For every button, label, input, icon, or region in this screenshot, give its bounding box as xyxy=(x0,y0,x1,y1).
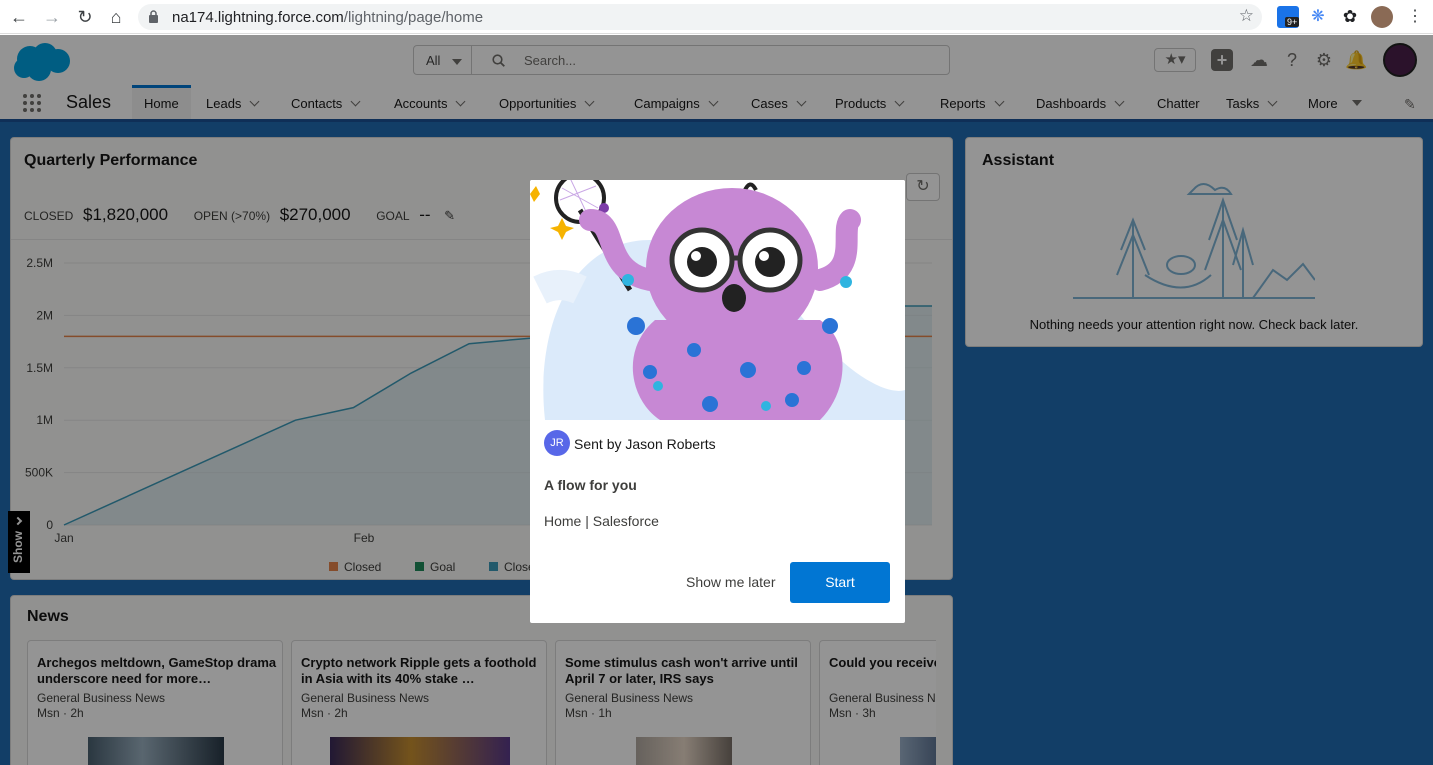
modal-heading: A flow for you xyxy=(544,477,637,493)
start-button[interactable]: Start xyxy=(790,562,890,603)
profile-avatar[interactable] xyxy=(1371,6,1393,28)
home-icon[interactable]: ⌂ xyxy=(104,5,128,29)
menu-kebab-icon[interactable]: ⋮ xyxy=(1403,5,1427,29)
extension-badge-icon[interactable]: 9+ xyxy=(1277,6,1300,28)
reload-icon[interactable]: ↻ xyxy=(73,5,97,29)
browser-toolbar: ← → ↻ ⌂ na174.lightning.force.com/lightn… xyxy=(0,0,1433,34)
back-icon[interactable]: ← xyxy=(7,5,31,29)
sender-avatar: JR xyxy=(544,430,570,456)
extension-sparkle-icon[interactable]: ❋ xyxy=(1307,6,1329,28)
show-me-later-button[interactable]: Show me later xyxy=(686,574,775,590)
flow-link-text: Home | Salesforce xyxy=(544,513,659,529)
lock-icon xyxy=(149,10,158,23)
url-text: na174.lightning.force.com/lightning/page… xyxy=(172,9,484,26)
forward-icon[interactable]: → xyxy=(40,5,64,29)
octopus-illustration xyxy=(530,180,905,420)
flow-invitation-modal: JR Sent by Jason Roberts A flow for you … xyxy=(530,180,905,623)
sent-by-text: Sent by Jason Roberts xyxy=(574,436,716,452)
puzzle-icon[interactable]: ✿ xyxy=(1339,6,1361,28)
bookmark-star-icon[interactable]: ☆ xyxy=(1239,6,1254,26)
address-bar[interactable]: na174.lightning.force.com/lightning/page… xyxy=(138,4,1262,30)
